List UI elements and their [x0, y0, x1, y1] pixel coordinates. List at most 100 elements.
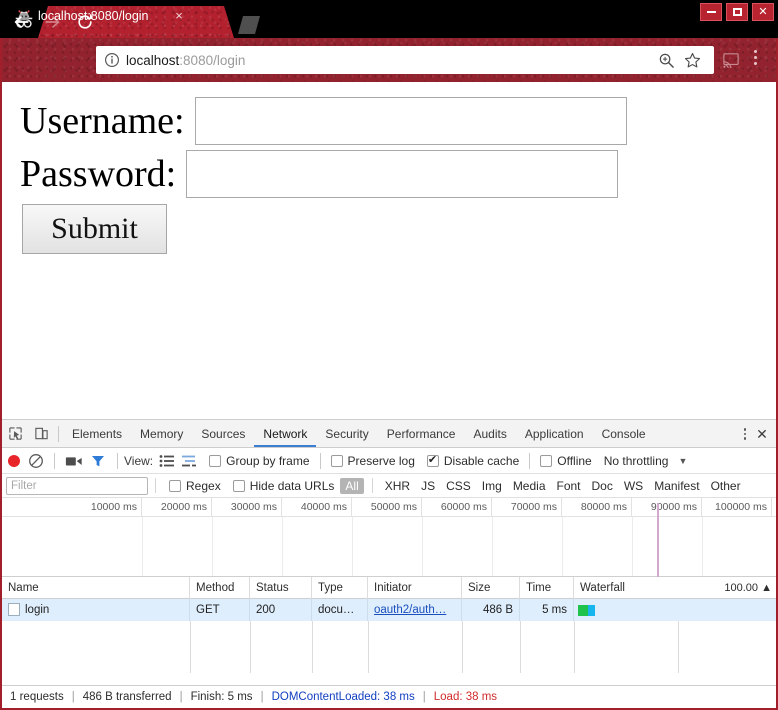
- devtools-more-icon[interactable]: [738, 426, 752, 442]
- status-separator: |: [261, 691, 264, 703]
- cell-time: 5 ms: [520, 599, 574, 621]
- cell-initiator[interactable]: oauth2/auth…: [368, 599, 462, 621]
- ruler-tick: 10000 ms: [2, 498, 142, 517]
- waterfall-view-icon[interactable]: [181, 454, 197, 468]
- table-row[interactable]: login GET 200 docu… oauth2/auth… 486 B 5…: [2, 599, 776, 621]
- toolbar-divider: [320, 453, 321, 469]
- devtools-tab-actions: ✕: [738, 420, 772, 448]
- cell-name[interactable]: login: [2, 599, 190, 621]
- clear-button-icon[interactable]: [28, 453, 44, 469]
- waterfall-bar-blue: [588, 605, 595, 616]
- submit-button[interactable]: Submit: [22, 204, 167, 254]
- devtools-tab-performance[interactable]: Performance: [378, 420, 465, 447]
- devtools-tab-application[interactable]: Application: [516, 420, 593, 447]
- back-button[interactable]: [10, 11, 32, 33]
- list-view-icon[interactable]: [159, 454, 175, 468]
- checkbox-box: [169, 480, 181, 492]
- devtools-tab-elements[interactable]: Elements: [63, 420, 131, 447]
- table-header-row: Name Method Status Type Initiator Size T…: [2, 577, 776, 599]
- tab-close-icon[interactable]: ×: [172, 9, 186, 23]
- column-header-name[interactable]: Name: [2, 577, 190, 599]
- reload-button[interactable]: [74, 11, 96, 33]
- devtools-tab-network[interactable]: Network: [254, 420, 316, 447]
- initiator-link[interactable]: oauth2/auth…: [374, 604, 446, 616]
- toolbar-divider: [58, 426, 59, 442]
- devtools-tab-sources[interactable]: Sources: [192, 420, 254, 447]
- type-filter-media[interactable]: Media: [508, 478, 551, 494]
- status-finish: Finish: 5 ms: [191, 691, 253, 703]
- type-filter-all[interactable]: All: [340, 478, 363, 494]
- disable-cache-checkbox[interactable]: Disable cache: [427, 454, 519, 468]
- waterfall-sort-value[interactable]: 100.00 ▲: [724, 577, 772, 599]
- type-filter-js[interactable]: JS: [416, 478, 440, 494]
- ruler-tick: 20000 ms: [142, 498, 212, 517]
- devtools-tab-console[interactable]: Console: [593, 420, 655, 447]
- waterfall-bar-green: [578, 605, 588, 616]
- zoom-icon[interactable]: [658, 52, 675, 69]
- window-minimize-button[interactable]: [700, 3, 722, 21]
- type-filter-doc[interactable]: Doc: [587, 478, 618, 494]
- chevron-down-icon[interactable]: ▼: [678, 456, 687, 466]
- new-tab-button[interactable]: [238, 16, 260, 34]
- column-header-type[interactable]: Type: [312, 577, 368, 599]
- type-filter-other[interactable]: Other: [706, 478, 746, 494]
- checkbox-box: [331, 455, 343, 467]
- funnel-icon[interactable]: [91, 454, 105, 468]
- close-icon: ✕: [758, 7, 767, 18]
- username-row: Username:: [20, 97, 627, 145]
- group-by-frame-checkbox[interactable]: Group by frame: [209, 454, 309, 468]
- column-header-method[interactable]: Method: [190, 577, 250, 599]
- hide-data-urls-checkbox[interactable]: Hide data URLs: [233, 479, 335, 493]
- chrome-menu-icon[interactable]: [754, 50, 758, 70]
- column-header-status[interactable]: Status: [250, 577, 312, 599]
- group-by-frame-label: Group by frame: [226, 454, 309, 468]
- title-bar: localhost:8080/login × ✕: [0, 0, 778, 38]
- type-filter-img[interactable]: Img: [477, 478, 507, 494]
- status-separator: |: [72, 691, 75, 703]
- devtools-tab-security[interactable]: Security: [316, 420, 377, 447]
- view-label: View:: [124, 454, 153, 468]
- window-maximize-button[interactable]: [726, 3, 748, 21]
- sort-value-text: 100.00: [724, 582, 758, 594]
- bookmark-star-icon[interactable]: [684, 52, 701, 69]
- maximize-icon: [733, 8, 742, 16]
- column-header-time[interactable]: Time: [520, 577, 574, 599]
- inspect-element-icon[interactable]: [2, 421, 28, 447]
- window-close-button[interactable]: ✕: [752, 3, 774, 21]
- column-header-initiator[interactable]: Initiator: [368, 577, 462, 599]
- status-dom-content-loaded: DOMContentLoaded: 38 ms: [272, 691, 415, 703]
- cell-size: 486 B: [462, 599, 520, 621]
- address-bar-url: localhost:8080/login: [126, 52, 636, 69]
- minimize-icon: [707, 11, 716, 13]
- type-filter-manifest[interactable]: Manifest: [649, 478, 704, 494]
- camera-icon[interactable]: [65, 454, 83, 468]
- record-button-icon[interactable]: [8, 455, 20, 467]
- type-filter-font[interactable]: Font: [552, 478, 586, 494]
- forward-button[interactable]: [42, 11, 64, 33]
- devtools-close-icon[interactable]: ✕: [752, 426, 772, 443]
- password-label: Password:: [20, 153, 176, 195]
- offline-checkbox[interactable]: Offline: [540, 454, 591, 468]
- status-requests: 1 requests: [10, 691, 64, 703]
- type-filter-xhr[interactable]: XHR: [380, 478, 415, 494]
- filter-input[interactable]: [6, 477, 148, 495]
- cast-icon[interactable]: [722, 52, 740, 68]
- preserve-log-checkbox[interactable]: Preserve log: [331, 454, 415, 468]
- type-filter-ws[interactable]: WS: [619, 478, 648, 494]
- column-header-size[interactable]: Size: [462, 577, 520, 599]
- devtools-tab-strip: Elements Memory Sources Network Security…: [2, 420, 776, 448]
- page-info-icon[interactable]: [104, 52, 120, 68]
- checkbox-box-checked: [427, 455, 439, 467]
- regex-checkbox[interactable]: Regex: [169, 479, 221, 493]
- network-overview-graph[interactable]: [2, 517, 776, 577]
- type-filter-css[interactable]: CSS: [441, 478, 476, 494]
- hide-data-urls-label: Hide data URLs: [250, 479, 335, 493]
- device-toolbar-icon[interactable]: [28, 421, 54, 447]
- network-status-bar: 1 requests | 486 B transferred | Finish:…: [2, 685, 776, 708]
- devtools-tab-memory[interactable]: Memory: [131, 420, 192, 447]
- devtools-tab-audits[interactable]: Audits: [464, 420, 515, 447]
- username-input[interactable]: [195, 97, 627, 145]
- password-input[interactable]: [186, 150, 618, 198]
- throttling-select[interactable]: No throttling: [604, 454, 669, 468]
- checkbox-box: [233, 480, 245, 492]
